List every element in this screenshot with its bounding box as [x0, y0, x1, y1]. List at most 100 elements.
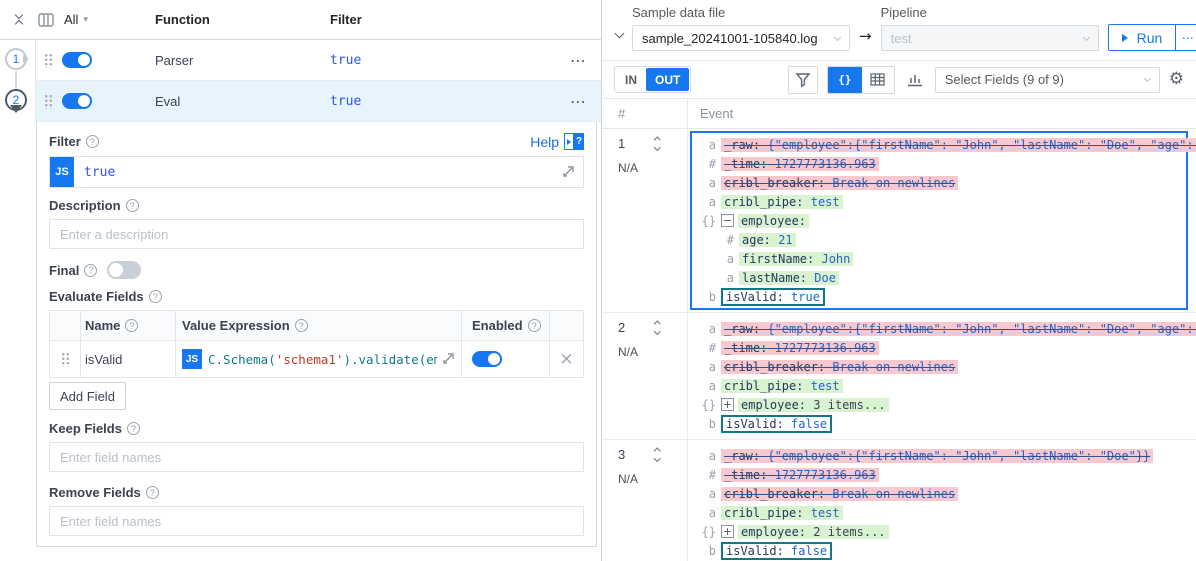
expand-editor-icon[interactable]: [441, 352, 455, 366]
row-menu-icon[interactable]: ⋯: [570, 92, 587, 111]
help-circle-icon[interactable]: ?: [125, 319, 138, 332]
event-row: 2N/Aa_raw: {"employee":{"firstName": "Jo…: [602, 313, 1196, 440]
field-key: cribl_breaker:: [724, 487, 825, 501]
final-toggle[interactable]: [107, 261, 141, 279]
help-circle-icon[interactable]: ?: [149, 290, 162, 303]
settings-gear-icon[interactable]: ⚙: [1169, 71, 1184, 88]
event-line: acribl_pipe: test: [698, 503, 1182, 522]
event-line: {}+employee: 2 items...: [698, 522, 1182, 541]
table-view-icon[interactable]: [862, 67, 894, 93]
remove-fields-input[interactable]: [49, 506, 584, 536]
chart-view-icon[interactable]: [907, 72, 923, 87]
drag-handle-icon[interactable]: [44, 93, 53, 109]
type-prefix: b: [698, 290, 716, 304]
type-prefix: {}: [698, 214, 716, 228]
event-content[interactable]: a_raw: {"employee":{"firstName": "John",…: [690, 442, 1188, 561]
parser-enabled-toggle[interactable]: [62, 52, 92, 68]
collapse-preview-icon[interactable]: [616, 25, 623, 40]
type-prefix: a: [698, 487, 716, 501]
type-prefix: b: [698, 544, 716, 558]
expand-row-control[interactable]: [655, 322, 660, 334]
out-tab[interactable]: OUT: [646, 68, 689, 91]
collapse-node-icon[interactable]: −: [721, 214, 734, 227]
step-number: 1: [13, 52, 20, 66]
field-value: 1727773136.963: [775, 341, 876, 355]
help-circle-icon[interactable]: ?: [528, 319, 541, 332]
help-video-icon[interactable]: ?: [564, 133, 584, 150]
row-menu-icon[interactable]: ⋯: [570, 51, 587, 70]
in-out-toggle: IN OUT: [614, 66, 691, 93]
in-tab[interactable]: IN: [616, 68, 646, 91]
event-content[interactable]: a_raw: {"employee":{"firstName": "John",…: [690, 315, 1188, 437]
event-line: acribl_breaker: Break on newlines: [698, 173, 1182, 192]
run-options-icon[interactable]: ⋯: [1175, 24, 1196, 51]
group-filter-label: All: [64, 12, 78, 27]
filter-events-icon[interactable]: [788, 66, 818, 94]
sample-file-value: sample_20241001-105840.log: [642, 31, 829, 46]
keep-fields-input[interactable]: [49, 442, 584, 472]
expand-row-control[interactable]: [655, 138, 660, 150]
json-view-icon[interactable]: {}: [828, 67, 862, 93]
expand-node-icon[interactable]: +: [721, 398, 734, 411]
view-switcher: {}: [827, 66, 895, 94]
drag-handle-icon[interactable]: [61, 351, 70, 367]
field-key: _time:: [724, 341, 767, 355]
eval-enabled-toggle[interactable]: [62, 93, 92, 109]
help-circle-icon[interactable]: ?: [295, 319, 308, 332]
sample-file-dropdown[interactable]: sample_20241001-105840.log: [632, 25, 850, 51]
help-circle-icon[interactable]: ?: [86, 135, 99, 148]
event-cell[interactable]: a_raw: {"employee":{"firstName": "John",…: [688, 129, 1196, 312]
js-badge: JS: [182, 349, 202, 369]
field-key: cribl_breaker:: [724, 176, 825, 190]
description-input[interactable]: [49, 219, 584, 249]
type-prefix: a: [698, 449, 716, 463]
columns-icon[interactable]: [38, 13, 54, 27]
field-key: _time:: [724, 468, 767, 482]
field-name-input[interactable]: isValid: [80, 341, 175, 377]
expand-node-icon[interactable]: +: [721, 525, 734, 538]
function-step-2-badge[interactable]: 2: [5, 89, 27, 111]
event-field: _raw: {"employee":{"firstName": "John", …: [721, 322, 1196, 336]
filter-expression-input[interactable]: JS true: [49, 156, 584, 188]
type-prefix: a: [716, 271, 734, 285]
collapse-all-icon[interactable]: [10, 12, 28, 27]
event-content-selected[interactable]: a_raw: {"employee":{"firstName": "John",…: [690, 131, 1188, 310]
help-circle-icon[interactable]: ?: [84, 264, 97, 277]
remove-field-icon[interactable]: ×: [559, 349, 573, 369]
expand-editor-icon[interactable]: [561, 165, 575, 179]
event-number: 3: [618, 447, 625, 462]
help-circle-icon[interactable]: ?: [146, 486, 159, 499]
expand-row-control[interactable]: [655, 449, 660, 461]
event-field: isValid: false: [721, 415, 832, 433]
value-expression: C.Schema('schema1').validate(emp…: [208, 352, 437, 367]
add-field-button[interactable]: Add Field: [49, 382, 126, 410]
drag-handle-icon[interactable]: [44, 52, 53, 68]
field-enabled-toggle[interactable]: [472, 351, 502, 367]
help-circle-icon[interactable]: ?: [127, 422, 140, 435]
step-connector: [15, 71, 17, 91]
event-row: 1N/Aa_raw: {"employee":{"firstName": "Jo…: [602, 129, 1196, 313]
function-row-eval[interactable]: Eval true ⋯: [36, 81, 601, 122]
group-filter-dropdown[interactable]: All ▾: [64, 12, 88, 27]
function-filter-value: true: [330, 94, 361, 109]
event-cell[interactable]: a_raw: {"employee":{"firstName": "John",…: [688, 313, 1196, 439]
keep-fields-label: Keep Fields: [49, 421, 122, 436]
event-cell[interactable]: a_raw: {"employee":{"firstName": "John",…: [688, 440, 1196, 561]
event-line: afirstName: John: [698, 249, 1182, 268]
evaluate-fields-table: Name? Value Expression? Enabled? isValid…: [49, 310, 584, 378]
chevron-down-icon: [1083, 33, 1090, 40]
event-number-cell: 2N/A: [602, 313, 688, 439]
help-link[interactable]: Help: [530, 134, 559, 150]
event-na-label: N/A: [618, 345, 687, 359]
function-step-1-badge[interactable]: 1: [5, 48, 27, 70]
select-fields-dropdown[interactable]: Select Fields (9 of 9): [935, 67, 1160, 93]
chevron-down-icon: [654, 328, 660, 334]
field-key: cribl_pipe:: [724, 379, 803, 393]
run-button[interactable]: Run: [1108, 24, 1177, 51]
value-expression-input[interactable]: JS C.Schema('schema1').validate(emp…: [175, 341, 461, 377]
function-row-parser[interactable]: Parser true ⋯: [36, 40, 601, 81]
event-line: #_time: 1727773136.963: [698, 154, 1182, 173]
event-line: #age: 21: [698, 230, 1182, 249]
help-circle-icon[interactable]: ?: [126, 199, 139, 212]
event-field: age: 21: [739, 233, 796, 247]
